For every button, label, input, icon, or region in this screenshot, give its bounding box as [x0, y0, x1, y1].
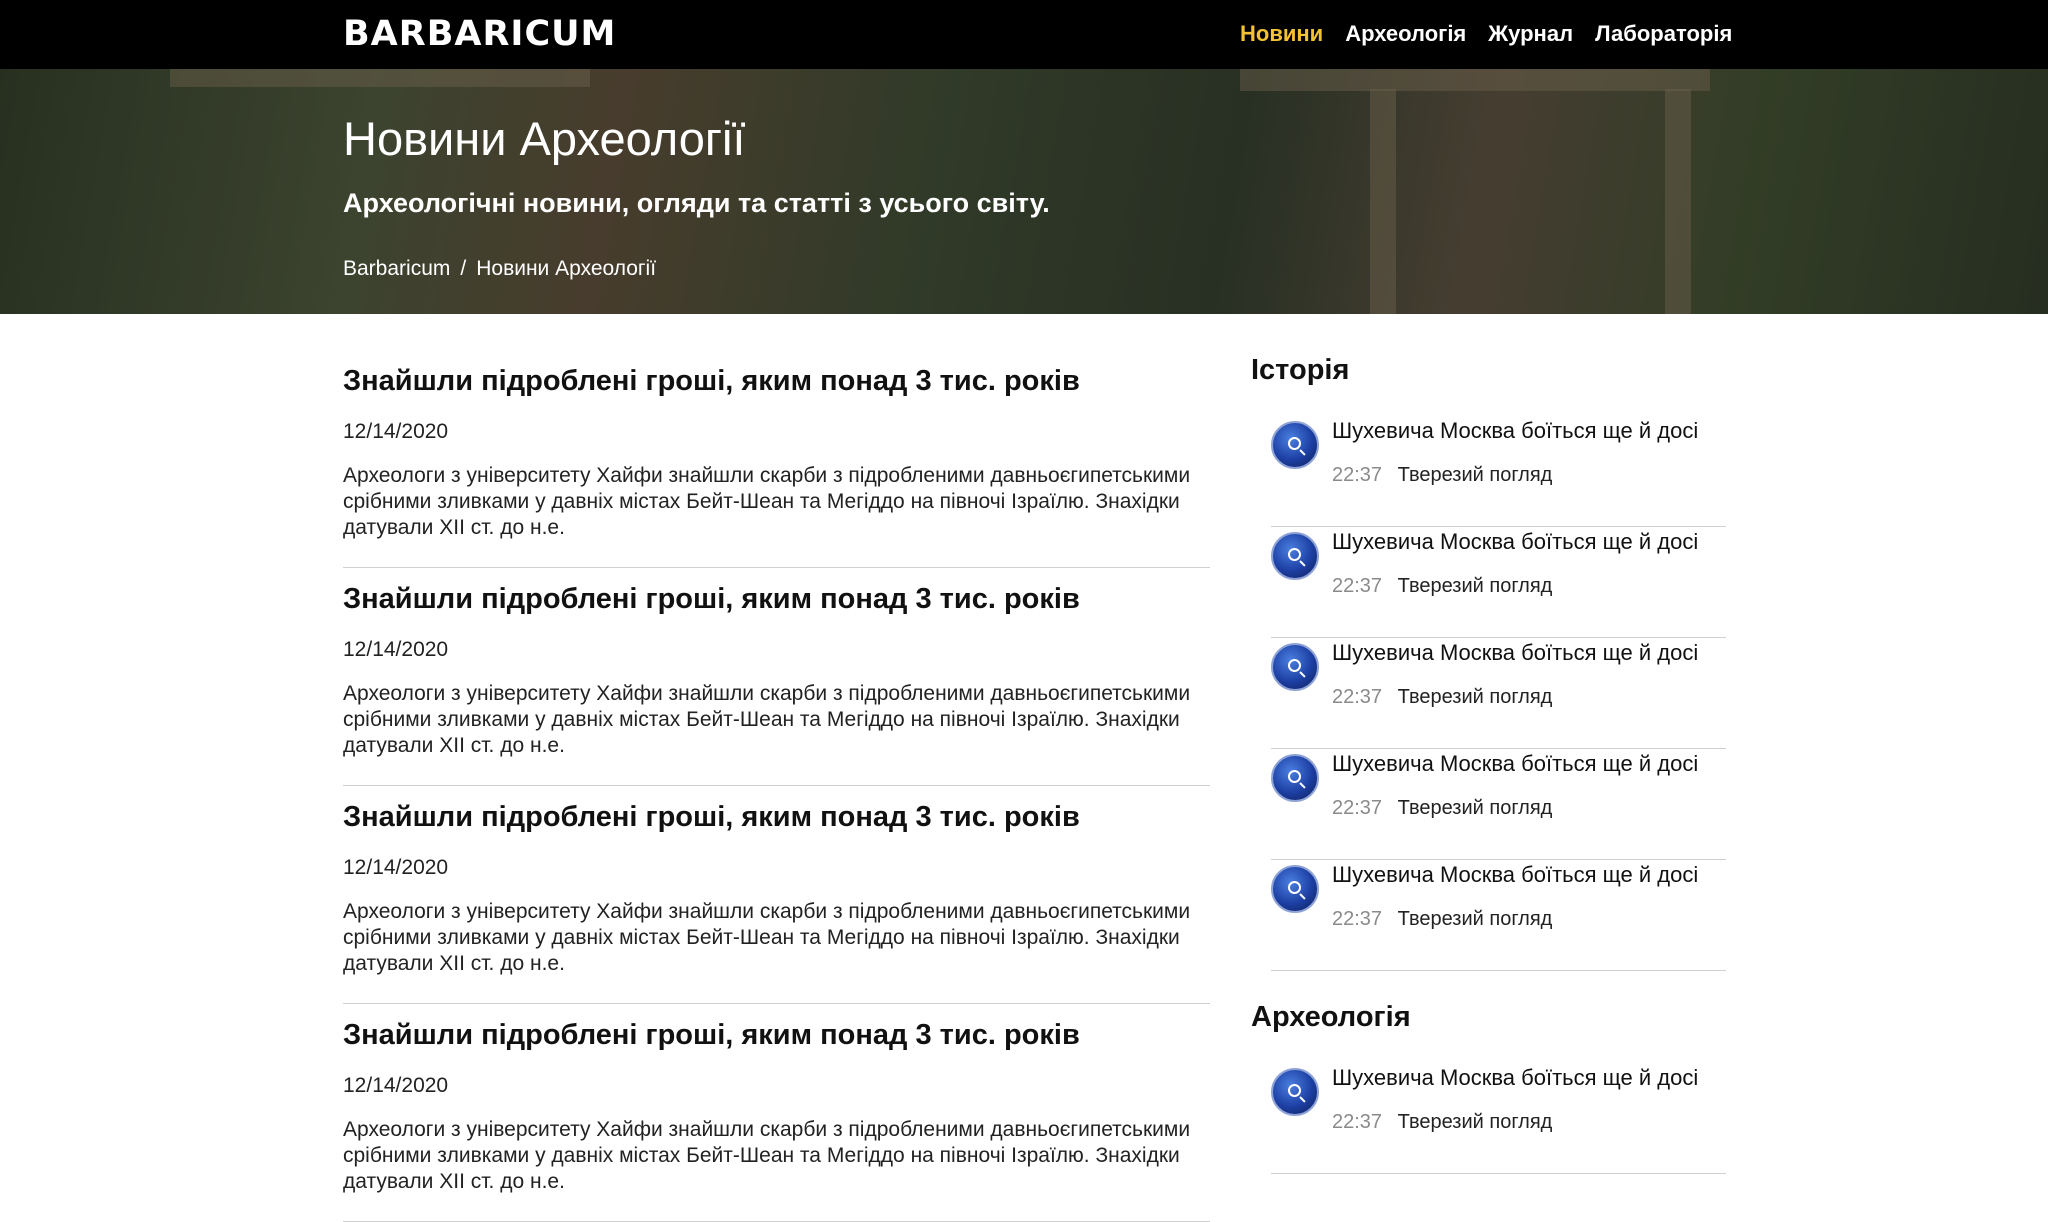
- sidebar-news-title[interactable]: Шухевича Москва боїться ще й досі: [1332, 749, 1698, 779]
- nav-item-journal[interactable]: Журнал: [1488, 18, 1573, 50]
- sidebar-news-title[interactable]: Шухевича Москва боїться ще й досі: [1332, 1063, 1698, 1093]
- article-title[interactable]: Знайшли підроблені гроші, яким понад 3 т…: [343, 1016, 1080, 1054]
- main-menu: Новини Археологія Журнал Лабораторія: [1240, 18, 1754, 50]
- site-logo[interactable]: BARBARICUM: [343, 14, 616, 54]
- sidebar-section-history: Історія Шухевича Москва боїться ще й дос…: [1251, 350, 1727, 971]
- sidebar-news-meta: 22:37 Тверезий погляд: [1332, 683, 1552, 711]
- sidebar: Історія Шухевича Москва боїться ще й дос…: [1251, 350, 1727, 1174]
- magnifier-icon: [1271, 865, 1319, 913]
- breadcrumb: Barbaricum / Новини Археології: [343, 254, 656, 284]
- article-date: 12/14/2020: [343, 856, 449, 879]
- magnifier-icon: [1271, 754, 1319, 802]
- article-date: 12/14/2020: [343, 420, 449, 443]
- magnifier-icon: [1271, 532, 1319, 580]
- sidebar-news-title[interactable]: Шухевича Москва боїться ще й досі: [1332, 860, 1698, 890]
- page-subtitle: Археологічні новини, огляди та статті з …: [343, 188, 1050, 218]
- sidebar-news-item[interactable]: Шухевича Москва боїться ще й досі 22:37 …: [1271, 527, 1726, 638]
- article-item: Знайшли підроблені гроші, яким понад 3 т…: [343, 786, 1210, 1004]
- sidebar-news-title[interactable]: Шухевича Москва боїться ще й досі: [1332, 527, 1698, 557]
- nav-item-news[interactable]: Новини: [1240, 18, 1323, 50]
- news-time: 22:37: [1332, 908, 1383, 930]
- news-time: 22:37: [1332, 797, 1383, 819]
- sidebar-news-title[interactable]: Шухевича Москва боїться ще й досі: [1332, 416, 1698, 446]
- article-excerpt: Археологи з університету Хайфи знайшли с…: [343, 464, 1191, 539]
- news-source: Тверезий погляд: [1397, 797, 1553, 819]
- news-source: Тверезий погляд: [1397, 575, 1553, 597]
- article-title[interactable]: Знайшли підроблені гроші, яким понад 3 т…: [343, 798, 1080, 836]
- news-source: Тверезий погляд: [1397, 686, 1553, 708]
- article-item: Знайшли підроблені гроші, яким понад 3 т…: [343, 568, 1210, 786]
- nav-item-archaeology[interactable]: Археологія: [1345, 18, 1466, 50]
- news-time: 22:37: [1332, 464, 1383, 486]
- sidebar-news-item[interactable]: Шухевича Москва боїться ще й досі 22:37 …: [1271, 860, 1726, 971]
- news-source: Тверезий погляд: [1397, 908, 1553, 930]
- article-date: 12/14/2020: [343, 638, 449, 661]
- sidebar-news-meta: 22:37 Тверезий погляд: [1332, 905, 1552, 933]
- article-item: Знайшли підроблені гроші, яким понад 3 т…: [343, 1004, 1210, 1222]
- nav-item-laboratory[interactable]: Лабораторія: [1595, 18, 1732, 50]
- magnifier-icon: [1271, 421, 1319, 469]
- breadcrumb-separator: /: [460, 257, 467, 280]
- article-excerpt: Археологи з університету Хайфи знайшли с…: [343, 900, 1191, 975]
- news-time: 22:37: [1332, 686, 1383, 708]
- sidebar-news-item[interactable]: Шухевича Москва боїться ще й досі 22:37 …: [1271, 416, 1726, 527]
- news-time: 22:37: [1332, 1111, 1383, 1133]
- sidebar-news-item[interactable]: Шухевича Москва боїться ще й досі 22:37 …: [1271, 1063, 1726, 1174]
- breadcrumb-home[interactable]: Barbaricum: [343, 254, 450, 284]
- breadcrumb-current: Новини Археології: [476, 257, 657, 280]
- magnifier-icon: [1271, 1068, 1319, 1116]
- news-time: 22:37: [1332, 575, 1383, 597]
- hero-banner: Новини Археології Археологічні новини, о…: [0, 69, 2048, 314]
- sidebar-news-meta: 22:37 Тверезий погляд: [1332, 1108, 1552, 1136]
- article-excerpt: Археологи з університету Хайфи знайшли с…: [343, 682, 1191, 757]
- sidebar-section-archaeology: Археологія Шухевича Москва боїться ще й …: [1251, 997, 1727, 1174]
- article-title[interactable]: Знайшли підроблені гроші, яким понад 3 т…: [343, 362, 1080, 400]
- magnifier-icon: [1271, 643, 1319, 691]
- top-navbar: BARBARICUM Новини Археологія Журнал Лабо…: [0, 0, 2048, 69]
- sidebar-news-meta: 22:37 Тверезий погляд: [1332, 461, 1552, 489]
- sidebar-news-title[interactable]: Шухевича Москва боїться ще й досі: [1332, 638, 1698, 668]
- sidebar-news-item[interactable]: Шухевича Москва боїться ще й досі 22:37 …: [1271, 638, 1726, 749]
- sidebar-news-item[interactable]: Шухевича Москва боїться ще й досі 22:37 …: [1271, 749, 1726, 860]
- article-excerpt: Археологи з університету Хайфи знайшли с…: [343, 1118, 1191, 1193]
- news-source: Тверезий погляд: [1397, 1111, 1553, 1133]
- sidebar-news-meta: 22:37 Тверезий погляд: [1332, 572, 1552, 600]
- page-title: Новини Археології: [343, 112, 746, 165]
- article-date: 12/14/2020: [343, 1074, 449, 1097]
- sidebar-heading: Археологія: [1251, 1001, 1411, 1033]
- sidebar-heading: Історія: [1251, 354, 1350, 386]
- sidebar-news-meta: 22:37 Тверезий погляд: [1332, 794, 1552, 822]
- article-item: Знайшли підроблені гроші, яким понад 3 т…: [343, 350, 1210, 568]
- article-title[interactable]: Знайшли підроблені гроші, яким понад 3 т…: [343, 580, 1080, 618]
- article-list: Знайшли підроблені гроші, яким понад 3 т…: [343, 350, 1210, 1222]
- news-source: Тверезий погляд: [1397, 464, 1553, 486]
